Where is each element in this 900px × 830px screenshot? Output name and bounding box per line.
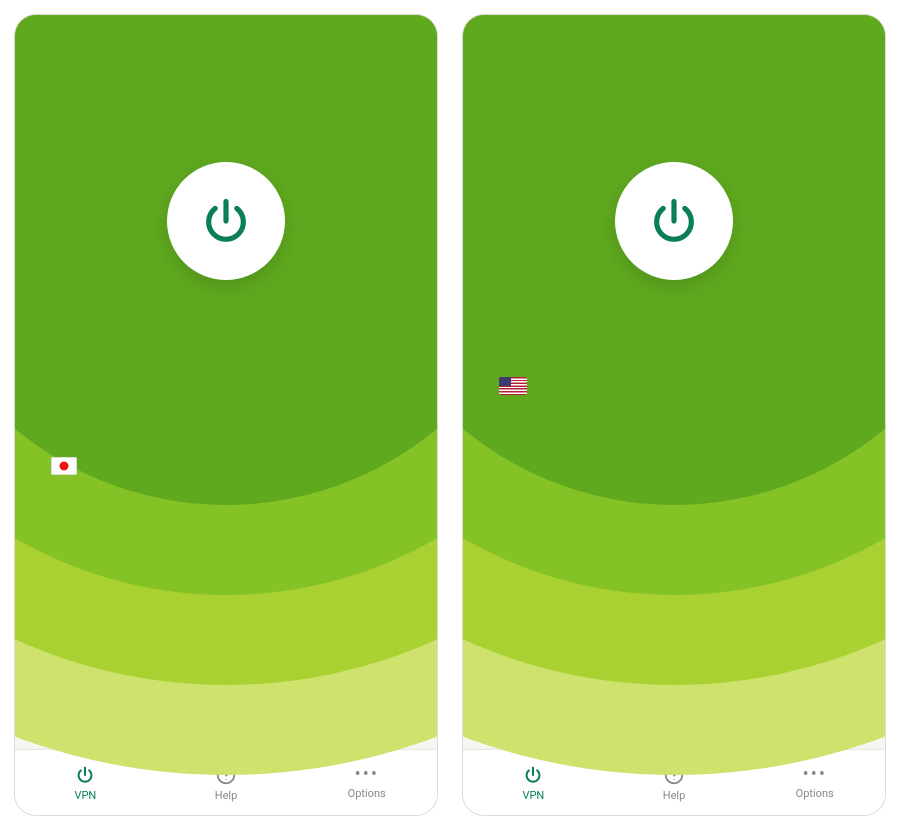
hero xyxy=(463,15,885,225)
tip-question: What are the differences between HTTP an… xyxy=(51,699,401,715)
bolt-icon xyxy=(634,454,652,472)
recent-location-card[interactable]: Recent Location UK - London xyxy=(232,510,419,576)
current-location-label: Current Location xyxy=(91,447,359,462)
flag-japan-icon xyxy=(51,457,77,475)
tab-vpn-label: VPN xyxy=(74,789,96,802)
recent-location-name: UK - London xyxy=(248,543,377,562)
smart-location-label: Smart Location xyxy=(49,524,178,539)
dots-icon: ••• xyxy=(803,766,827,784)
help-icon xyxy=(215,764,237,786)
recent-location-label: Recent Location xyxy=(696,444,825,459)
more-icon[interactable]: ••• xyxy=(373,454,401,478)
tab-vpn[interactable]: VPN xyxy=(15,750,156,815)
phone-left: Connected Current Location Japan - Tokyo… xyxy=(14,14,438,816)
drag-handle-icon[interactable] xyxy=(654,516,694,520)
clock-icon xyxy=(833,454,851,472)
more-icon[interactable]: ••• xyxy=(821,374,849,398)
power-icon xyxy=(200,195,252,247)
day-label: T xyxy=(761,586,767,597)
time-protected-value: 0% this week xyxy=(499,560,729,579)
tab-help-label: Help xyxy=(663,789,686,802)
smart-location-card[interactable]: Smart Location UK - Midlands xyxy=(481,430,668,496)
tab-help-label: Help xyxy=(215,789,238,802)
day-label: S xyxy=(841,586,847,597)
tab-options-label: Options xyxy=(796,787,834,800)
week-chart: M T W T F S S xyxy=(743,540,849,597)
power-icon xyxy=(522,764,544,786)
hero xyxy=(15,15,437,225)
tab-options[interactable]: ••• Options xyxy=(744,750,885,815)
smart-location-name: UK - Midlands xyxy=(497,463,626,482)
tab-options-label: Options xyxy=(348,787,386,800)
tab-bar: VPN Help ••• Options xyxy=(463,749,885,815)
day-label: T xyxy=(793,586,799,597)
info-card: Time Protected 0% this week (<1 minute) … xyxy=(481,508,867,697)
time-protected-section[interactable]: Time Protected 0% this week (<1 minute) … xyxy=(481,526,867,612)
tab-options[interactable]: ••• Options xyxy=(296,750,437,815)
day-label: F xyxy=(809,586,815,597)
current-location-name: Japan - Tokyo xyxy=(91,464,359,484)
tip-panel: What are the differences between HTTP an… xyxy=(33,682,419,749)
smart-location-name: UK - East London xyxy=(49,543,178,562)
current-location-card[interactable]: Current Location Japan - Tokyo ••• xyxy=(33,433,419,498)
ip-address: 98.142.241.186 xyxy=(748,656,849,673)
content-right: Current Location USA - New Jersey - 1 ••… xyxy=(463,327,885,749)
power-icon xyxy=(74,764,96,786)
tab-vpn-label: VPN xyxy=(522,789,544,802)
tab-help[interactable]: Help xyxy=(156,750,297,815)
tab-help[interactable]: Help xyxy=(604,750,745,815)
status-label: Connected xyxy=(15,299,437,327)
smart-location-label: Smart Location xyxy=(497,444,626,459)
dots-icon: ••• xyxy=(355,766,379,784)
tab-vpn[interactable]: VPN xyxy=(463,750,604,815)
day-label: S xyxy=(825,586,831,597)
help-icon xyxy=(663,764,685,786)
recent-location-label: Recent Location xyxy=(248,524,377,539)
power-icon xyxy=(648,195,700,247)
day-label: W xyxy=(776,586,785,597)
phone-right: Connected Current Location USA - New Jer… xyxy=(462,14,886,816)
ip-location-label: IP Location xyxy=(499,626,734,641)
content-left: Current Location Japan - Tokyo ••• Smart… xyxy=(15,327,437,749)
ip-location-desc: Apps and websites see this VPN xyxy=(499,645,669,683)
bolt-icon xyxy=(186,534,204,552)
recent-location-card[interactable]: Recent Location Kenya xyxy=(680,430,867,496)
tab-bar: VPN Help ••• Options xyxy=(15,749,437,815)
current-location-name: USA - New Jersey - 1 xyxy=(541,384,807,404)
status-label: Connected xyxy=(463,299,885,327)
day-label: M xyxy=(744,586,753,597)
current-location-card[interactable]: Current Location USA - New Jersey - 1 ••… xyxy=(481,353,867,418)
power-button[interactable] xyxy=(167,162,285,280)
ip-country: USA xyxy=(748,636,849,653)
current-location-label: Current Location xyxy=(541,367,807,382)
time-protected-label: Time Protected xyxy=(499,541,729,556)
ip-location-section[interactable]: IP Location Apps and websites see this V… xyxy=(481,612,867,697)
recent-location-name: Kenya xyxy=(696,463,825,482)
tip-link[interactable]: Find out xyxy=(51,721,401,737)
smart-location-card[interactable]: Smart Location UK - East London xyxy=(33,510,220,576)
power-button[interactable] xyxy=(615,162,733,280)
time-protected-sub: (<1 minute) xyxy=(499,578,729,596)
clock-icon xyxy=(385,534,403,552)
flag-usa-icon xyxy=(499,377,527,395)
